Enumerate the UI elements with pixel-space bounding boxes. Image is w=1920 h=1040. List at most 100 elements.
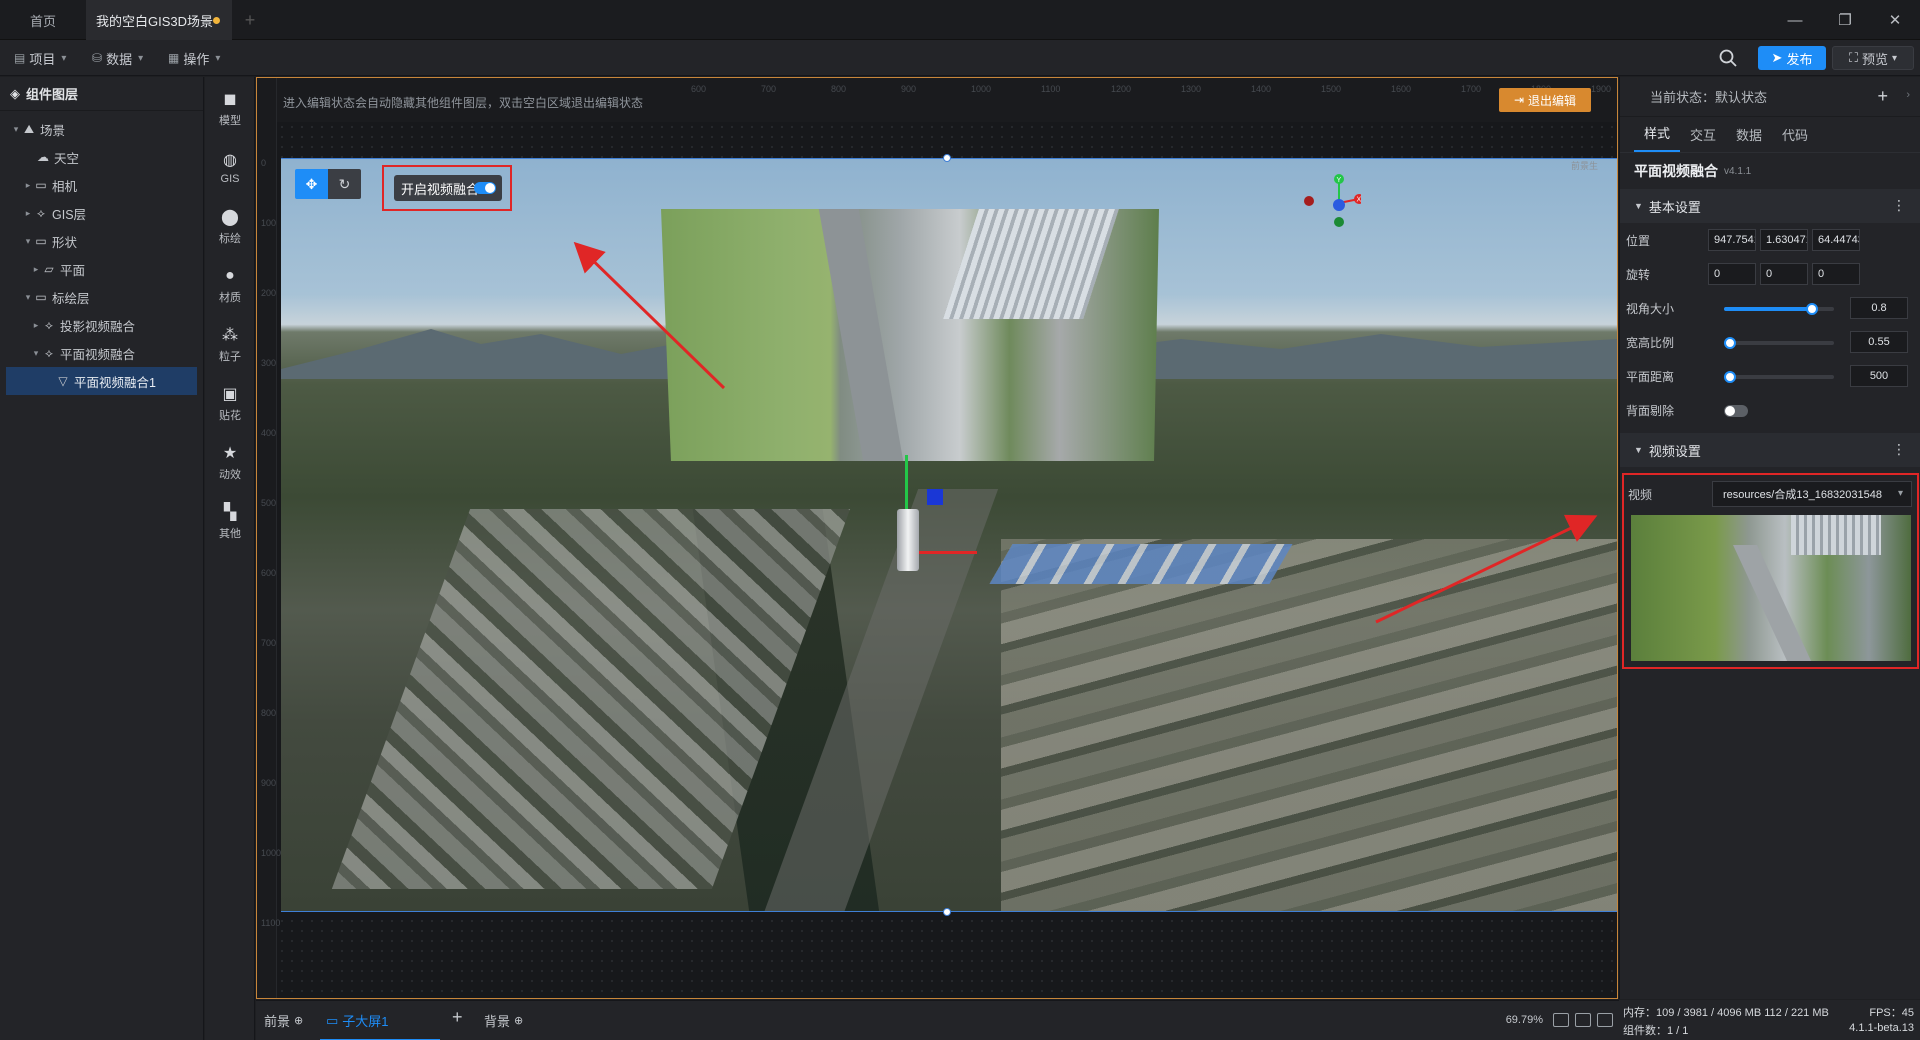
component-particle[interactable]: ⁂ 粒子 — [205, 317, 255, 373]
component-effect[interactable]: ★ 动效 — [205, 435, 255, 491]
tree-item-plot-layer[interactable]: ▾ ▭ 标绘层 — [0, 283, 203, 311]
section-video[interactable]: ▼ 视频设置 ⋮ — [1620, 433, 1920, 467]
position-x-input[interactable]: 947.75415 — [1708, 229, 1756, 251]
zoom-level[interactable]: 69.79% — [1506, 1014, 1543, 1026]
collapse-arrow-icon[interactable]: ▸ — [22, 180, 34, 191]
resize-handle-top[interactable] — [943, 154, 951, 162]
fit-screen-icon[interactable] — [1553, 1013, 1569, 1027]
expand-arrow-icon[interactable]: ▾ — [22, 292, 34, 303]
publish-button[interactable]: ➤ 发布 — [1758, 46, 1826, 70]
chevron-down-icon: ▾ — [215, 52, 221, 64]
tab-background[interactable]: 背景 ⊕ — [484, 1011, 523, 1030]
video-building — [943, 209, 1119, 319]
fusion-switch[interactable] — [474, 182, 496, 194]
video-select[interactable]: resources/合成13_16832031548 ▾ — [1712, 481, 1912, 507]
close-icon[interactable]: ✕ — [1870, 0, 1920, 40]
tab-style[interactable]: 样式 — [1634, 123, 1681, 152]
more-vertical-icon[interactable]: ⋮ — [1892, 441, 1906, 458]
expand-arrow-icon[interactable]: ▾ — [10, 124, 22, 135]
component-gis[interactable]: ◍ GIS — [205, 140, 255, 196]
tab-data[interactable]: 数据 — [1726, 125, 1772, 152]
tab-scene[interactable]: 我的空白GIS3D场景 — [86, 0, 232, 40]
section-basic[interactable]: ▼ 基本设置 ⋮ — [1620, 189, 1920, 223]
component-model[interactable]: ◼ 模型 — [205, 81, 255, 137]
fov-slider[interactable] — [1724, 303, 1834, 315]
tree-item-sky[interactable]: ☁ 天空 — [0, 143, 203, 171]
resize-handle-bottom[interactable] — [943, 908, 951, 916]
menu-operate[interactable]: ▦ 操作 ▾ — [168, 40, 220, 76]
row-rotation: 旋转 0 0 0 — [1620, 257, 1920, 291]
backface-toggle[interactable] — [1724, 405, 1748, 417]
terminal-icon[interactable] — [1597, 1013, 1613, 1027]
aspect-input[interactable]: 0.55 — [1850, 331, 1908, 353]
distance-slider[interactable] — [1723, 371, 1834, 383]
camera-cylinder[interactable] — [897, 509, 919, 571]
tree-item-scene[interactable]: ▾ ⛰ 场景 — [0, 115, 203, 143]
search-icon[interactable] — [1718, 48, 1738, 68]
ruler-tick: 700 — [761, 84, 777, 94]
chevron-right-icon[interactable]: › — [1906, 89, 1910, 101]
slider-knob[interactable] — [1806, 303, 1818, 315]
rotation-y-input[interactable]: 0 — [1760, 263, 1808, 285]
tab-code[interactable]: 代码 — [1772, 125, 1818, 152]
scene-viewport[interactable]: ✥ ↻ 开启视频融合 前景生 Y X — [281, 158, 1617, 912]
collapse-arrow-icon[interactable]: ▸ — [30, 264, 42, 275]
position-z-input[interactable]: 64.447433 — [1812, 229, 1860, 251]
gizmo-y-arrow[interactable] — [905, 455, 908, 511]
aspect-slider[interactable] — [1723, 337, 1834, 349]
component-material[interactable]: ● 材质 — [205, 258, 255, 314]
tree-item-camera[interactable]: ▸ ▭ 相机 — [0, 171, 203, 199]
collapse-arrow-icon[interactable]: ▸ — [22, 208, 34, 219]
gizmo-neg-y-dot[interactable] — [1334, 217, 1344, 227]
gizmo-z-dot[interactable] — [1333, 199, 1345, 211]
component-decal[interactable]: ▣ 贴花 — [205, 376, 255, 432]
axis-gizmo[interactable]: Y X — [1301, 167, 1361, 227]
add-circle-icon[interactable]: ⊕ — [294, 1014, 303, 1027]
component-plot[interactable]: ⬤ 标绘 — [205, 199, 255, 255]
tab-subscreen[interactable]: ▭ 子大屏1 — [326, 1011, 389, 1030]
gizmo-z-handle[interactable] — [927, 489, 943, 505]
tab-interaction[interactable]: 交互 — [1680, 125, 1726, 152]
add-screen-icon[interactable]: + — [452, 1007, 463, 1028]
preview-button[interactable]: ⛶ 预览 ▾ — [1832, 46, 1914, 70]
footer-bar: 前景 ⊕ ▭ 子大屏1 + 背景 ⊕ 69.79% — [256, 1000, 1619, 1040]
tab-foreground[interactable]: 前景 ⊕ — [264, 1011, 303, 1030]
gizmo-x-arrow[interactable] — [917, 551, 977, 554]
fov-input[interactable]: 0.8 — [1850, 297, 1908, 319]
more-vertical-icon[interactable]: ⋮ — [1892, 197, 1906, 214]
add-tab-icon[interactable]: + — [240, 0, 260, 40]
slider-knob[interactable] — [1723, 337, 1736, 349]
tab-home[interactable]: 首页 — [0, 0, 86, 40]
tree-item-plane-fusion[interactable]: ▾ ⟡ 平面视频融合 — [0, 339, 203, 367]
video-fusion-plane[interactable] — [661, 209, 1159, 461]
component-other[interactable]: ▚ 其他 — [205, 494, 255, 550]
component-title: 平面视频融合 v4.1.1 — [1634, 163, 1752, 179]
tree-item-plane[interactable]: ▸ ▱ 平面 — [0, 255, 203, 283]
position-y-input[interactable]: 1.6304713 — [1760, 229, 1808, 251]
tree-item-plane-fusion-1[interactable]: ▽ 平面视频融合1 — [6, 367, 197, 395]
expand-arrow-icon[interactable]: ▾ — [30, 348, 42, 359]
tree-item-shape[interactable]: ▾ ▭ 形状 — [0, 227, 203, 255]
slider-knob[interactable] — [1723, 371, 1736, 383]
rotation-x-input[interactable]: 0 — [1708, 263, 1756, 285]
menu-data[interactable]: ⛁ 数据 ▾ — [92, 40, 143, 76]
rotation-z-input[interactable]: 0 — [1812, 263, 1860, 285]
distance-input[interactable]: 500 — [1850, 365, 1908, 387]
menu-project[interactable]: ▤ 项目 ▾ — [14, 40, 66, 76]
add-state-icon[interactable]: + — [1877, 86, 1888, 107]
add-circle-icon[interactable]: ⊕ — [514, 1014, 523, 1027]
move-tool-button[interactable]: ✥ — [295, 169, 328, 199]
gizmo-neg-x-dot[interactable] — [1304, 196, 1314, 206]
editor-canvas[interactable]: 进入编辑状态会自动隐藏其他组件图层，双击空白区域退出编辑状态 600 700 8… — [256, 77, 1618, 999]
pin-icon: ⬤ — [221, 209, 239, 226]
fusion-toggle[interactable]: 开启视频融合 — [394, 175, 502, 201]
tree-item-projection-fusion[interactable]: ▸ ⟡ 投影视频融合 — [0, 311, 203, 339]
minimize-icon[interactable]: — — [1770, 0, 1820, 40]
collapse-arrow-icon[interactable]: ▸ — [30, 320, 42, 331]
tree-item-gis[interactable]: ▸ ⟡ GIS层 — [0, 199, 203, 227]
rotate-tool-button[interactable]: ↻ — [328, 169, 361, 199]
exit-edit-button[interactable]: ⇥ 退出编辑 — [1499, 88, 1591, 112]
keyboard-icon[interactable] — [1575, 1013, 1591, 1027]
restore-icon[interactable]: ❐ — [1820, 0, 1870, 40]
expand-arrow-icon[interactable]: ▾ — [22, 236, 34, 247]
